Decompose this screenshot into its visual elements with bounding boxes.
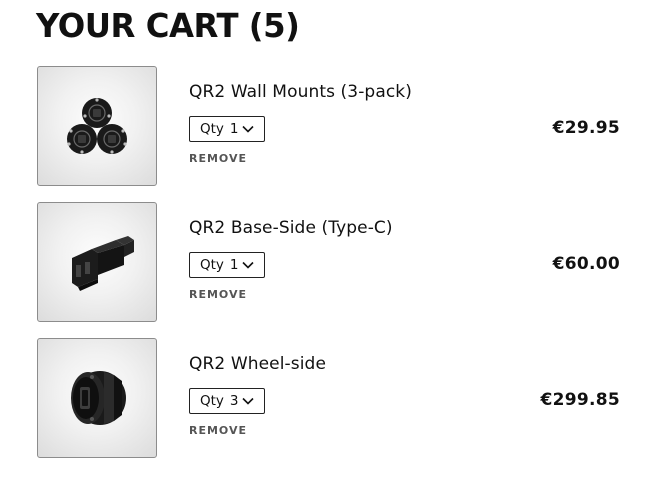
item-name[interactable]: QR2 Base-Side (Type-C) bbox=[189, 217, 393, 239]
cart-item: QR2 Wheel-side Qty 3 REMOVE €299.85 bbox=[37, 338, 637, 458]
item-price: €60.00 bbox=[552, 254, 620, 274]
qty-label: Qty bbox=[200, 393, 224, 409]
cart-item: QR2 Wall Mounts (3-pack) Qty 1 REMOVE €2… bbox=[37, 66, 637, 186]
chevron-down-icon bbox=[241, 125, 254, 133]
qty-label: Qty bbox=[200, 121, 224, 137]
qty-label: Qty bbox=[200, 257, 224, 273]
remove-button[interactable]: REMOVE bbox=[189, 424, 247, 437]
quantity-select[interactable]: Qty 3 bbox=[189, 388, 265, 414]
qty-value: 1 bbox=[229, 121, 239, 137]
remove-button[interactable]: REMOVE bbox=[189, 288, 247, 301]
product-image[interactable] bbox=[37, 338, 157, 458]
item-name[interactable]: QR2 Wall Mounts (3-pack) bbox=[189, 81, 412, 103]
item-price: €299.85 bbox=[540, 390, 620, 410]
cart-title: YOUR CART (5) bbox=[36, 6, 300, 45]
item-price: €29.95 bbox=[552, 118, 620, 138]
product-image[interactable] bbox=[37, 202, 157, 322]
quantity-select[interactable]: Qty 1 bbox=[189, 116, 265, 142]
chevron-down-icon bbox=[241, 397, 254, 405]
cart-page: YOUR CART (5) QR2 Wall Mounts (3-pack) Q… bbox=[0, 0, 659, 503]
wall-mounts-image bbox=[67, 98, 127, 154]
remove-button[interactable]: REMOVE bbox=[189, 152, 247, 165]
product-image[interactable] bbox=[37, 66, 157, 186]
qty-value: 3 bbox=[229, 393, 239, 409]
cart-item: QR2 Base-Side (Type-C) Qty 1 REMOVE €60.… bbox=[37, 202, 637, 322]
item-name[interactable]: QR2 Wheel-side bbox=[189, 353, 326, 375]
base-side-image bbox=[72, 236, 134, 291]
qty-value: 1 bbox=[229, 257, 239, 273]
chevron-down-icon bbox=[241, 261, 254, 269]
quantity-select[interactable]: Qty 1 bbox=[189, 252, 265, 278]
wheel-side-image bbox=[71, 371, 126, 425]
